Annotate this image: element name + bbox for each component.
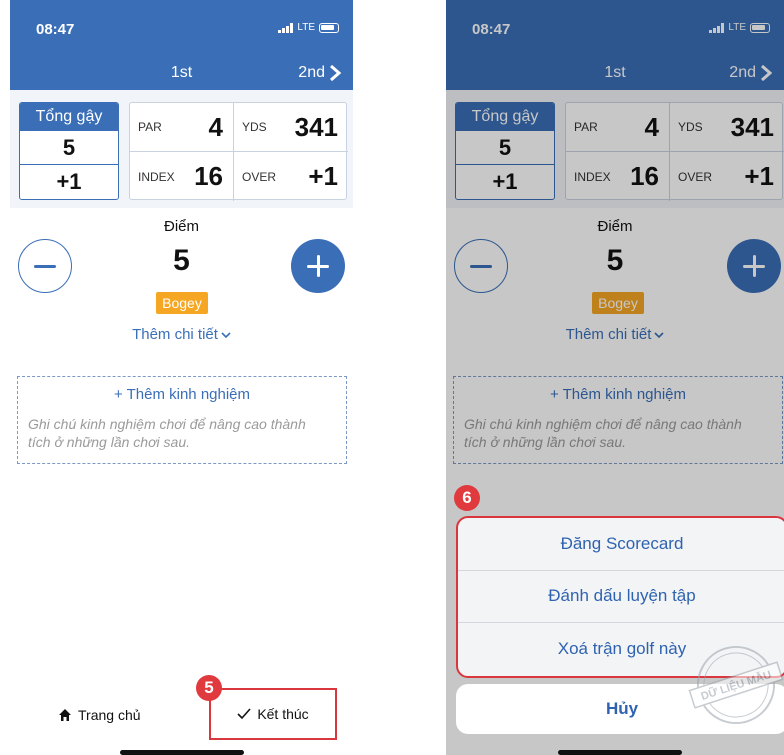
par-value: 4 bbox=[208, 111, 223, 142]
add-experience-title: + Thêm kinh nghiệm bbox=[113, 386, 251, 403]
over-value: +1 bbox=[308, 161, 338, 191]
yds-label: YDS bbox=[242, 120, 267, 134]
chevron-right-icon bbox=[330, 65, 341, 81]
step-marker-5: 5 bbox=[196, 675, 222, 701]
total-strokes-label: Tổng gậy bbox=[20, 103, 118, 131]
post-scorecard-option[interactable]: Đăng Scorecard bbox=[458, 518, 784, 571]
home-indicator bbox=[558, 750, 682, 755]
yds-value: 341 bbox=[294, 111, 338, 142]
status-bar: 08:47 LTE bbox=[10, 0, 353, 44]
next-hole-label: 2nd bbox=[298, 64, 325, 81]
finish-button[interactable]: Kết thúc bbox=[209, 688, 337, 740]
score-badge: Bogey bbox=[156, 292, 208, 314]
par-cell: PAR 4 bbox=[130, 103, 234, 152]
status-time: 08:47 bbox=[36, 21, 75, 38]
nav-bar: 1st 2nd bbox=[10, 44, 353, 90]
hole-info-grid: PAR 4 YDS 341 INDEX 16 OVER +1 bbox=[129, 102, 348, 201]
watermark-stamp: DỮ LIỆU MẪU bbox=[688, 646, 784, 724]
index-label: INDEX bbox=[138, 169, 175, 184]
phone-screen-scoring: 08:47 LTE 1st 2nd Tổng gậy 5 +1 PAR 4 YDS… bbox=[10, 0, 353, 755]
battery-icon bbox=[319, 22, 339, 33]
over-label: OVER bbox=[242, 169, 277, 184]
home-indicator bbox=[120, 750, 244, 755]
home-tab-label: Trang chủ bbox=[78, 707, 141, 723]
status-icons: LTE bbox=[278, 22, 339, 33]
par-label: PAR bbox=[138, 120, 162, 134]
index-cell: INDEX 16 bbox=[130, 152, 234, 201]
bottom-tab-bar: Trang chủ Kết thúc bbox=[10, 680, 353, 755]
signal-icon bbox=[278, 22, 294, 33]
yds-cell: YDS 341 bbox=[234, 103, 348, 152]
home-tab[interactable]: Trang chủ bbox=[58, 707, 141, 723]
chevron-down-icon bbox=[221, 332, 231, 339]
increase-score-button[interactable] bbox=[291, 239, 345, 293]
score-label: Điểm bbox=[163, 218, 199, 235]
mark-practice-option[interactable]: Đánh dấu luyện tập bbox=[458, 571, 784, 624]
add-experience-box[interactable]: + Thêm kinh nghiệm Ghi chú kinh nghiệm c… bbox=[17, 376, 347, 464]
over-cell: OVER +1 bbox=[234, 152, 348, 201]
network-label: LTE bbox=[297, 22, 315, 33]
next-hole-button[interactable]: 2nd bbox=[298, 64, 341, 82]
step-marker-6: 6 bbox=[454, 485, 480, 511]
total-strokes-over: +1 bbox=[56, 169, 82, 194]
more-details-label: Thêm chi tiết bbox=[132, 326, 218, 343]
more-details-link[interactable]: Thêm chi tiết bbox=[10, 326, 353, 343]
hole-summary: Tổng gậy 5 +1 PAR 4 YDS 341 INDEX 16 OVER +1 bbox=[10, 90, 353, 208]
home-icon bbox=[59, 709, 71, 721]
checkmark-icon bbox=[237, 708, 251, 720]
finish-label: Kết thúc bbox=[257, 706, 309, 722]
phone-screen-action-sheet: 08:47 LTE 1st 2nd Tổng gậy 5 +1 PAR 4 YDS… bbox=[446, 0, 784, 755]
plus-icon bbox=[307, 255, 329, 277]
index-value: 16 bbox=[194, 161, 223, 191]
total-strokes-value: 5 bbox=[20, 131, 118, 165]
experience-note: Ghi chú kinh nghiệm chơi để nâng cao thà… bbox=[28, 416, 306, 450]
total-strokes-box: Tổng gậy 5 +1 bbox=[19, 102, 119, 200]
